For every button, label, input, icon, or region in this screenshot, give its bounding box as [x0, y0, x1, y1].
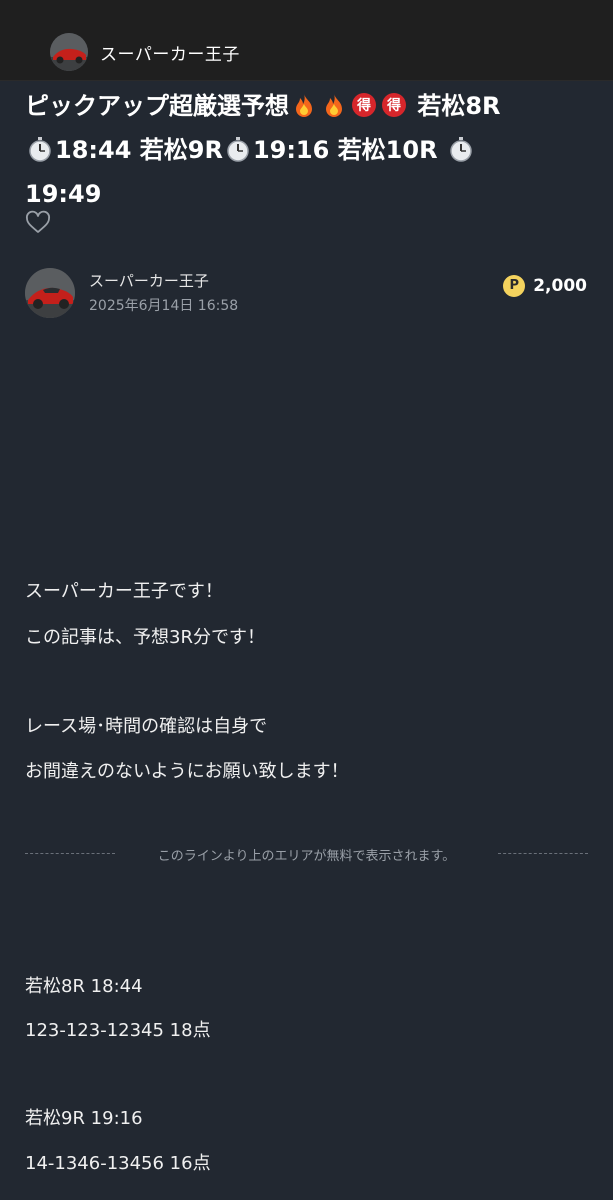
- red-car-image: [50, 33, 88, 71]
- toku-badge-icon: 得: [352, 93, 376, 117]
- note-line-1: レース場･時間の確認は自身で: [25, 716, 268, 737]
- author-avatar[interactable]: [25, 268, 75, 318]
- stopwatch-icon: [227, 137, 249, 162]
- author-name[interactable]: スーパーカー王子: [89, 270, 209, 291]
- race-1-title: 若松8R 18:44: [25, 976, 143, 997]
- top-bar: スーパーカー王子: [0, 0, 613, 81]
- stopwatch-icon: [29, 137, 51, 162]
- title-text-2: 若松8R: [417, 92, 501, 120]
- toku-badge-icon: 得: [382, 93, 406, 117]
- article-title: ピックアップ超厳選予想 得得 若松8R 18:44 若松9R 19:16 若松10R…: [25, 84, 595, 216]
- title-text-4: 19:16 若松10R: [252, 136, 438, 164]
- title-text-3: 18:44 若松9R: [55, 136, 223, 164]
- price-tag: P 2,000: [503, 275, 587, 297]
- heart-icon: [26, 210, 50, 233]
- fire-icon: [326, 94, 342, 117]
- title-text-5: 19:49: [25, 180, 102, 208]
- title-text-1: ピックアップ超厳選予想: [25, 92, 289, 120]
- race-2-title: 若松9R 19:16: [25, 1108, 143, 1129]
- fire-icon: [296, 94, 312, 117]
- price-value: 2,000: [533, 276, 587, 296]
- toku-badge-label: 得: [386, 97, 401, 114]
- like-button[interactable]: [25, 210, 51, 236]
- paywall-divider: このラインより上のエリアが無料で表示されます。: [25, 843, 588, 865]
- account-name[interactable]: スーパーカー王子: [100, 40, 240, 65]
- red-car-image: [25, 268, 75, 318]
- race-1-pick: 123-123-12345 18点: [25, 1020, 211, 1041]
- race-2-pick: 14-1346-13456 16点: [25, 1153, 211, 1174]
- toku-badge-label: 得: [356, 97, 371, 114]
- paywall-notice: このラインより上のエリアが無料で表示されます。: [157, 849, 456, 864]
- intro-line-1: スーパーカー王子です！: [25, 581, 223, 602]
- account-avatar[interactable]: [50, 33, 88, 71]
- note-line-2: お間違えのないようにお願い致します！: [25, 761, 349, 782]
- publish-date: 2025年6月14日 16:58: [89, 298, 239, 314]
- point-coin-icon: P: [503, 275, 526, 297]
- stopwatch-icon: [450, 137, 472, 162]
- divider-dash-right: [498, 853, 588, 854]
- intro-line-2: この記事は、予想3R分です！: [25, 627, 265, 648]
